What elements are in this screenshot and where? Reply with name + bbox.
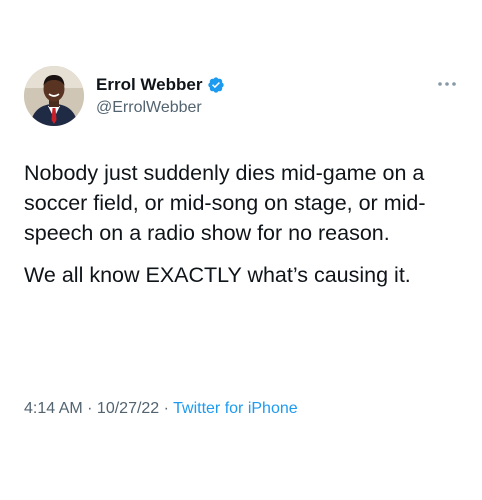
- tweet-source-link[interactable]: Twitter for iPhone: [173, 400, 298, 417]
- tweet-paragraph: Nobody just suddenly dies mid-game on a …: [24, 161, 426, 245]
- verified-badge-icon: [207, 76, 225, 94]
- author-info: Errol Webber @ErrolWebber: [96, 74, 225, 117]
- tweet-time[interactable]: 4:14 AM: [24, 400, 83, 417]
- display-name-row: Errol Webber: [96, 74, 225, 96]
- meta-separator: ·: [82, 400, 97, 417]
- tweet-text: Nobody just suddenly dies mid-game on a …: [24, 158, 464, 302]
- avatar[interactable]: [24, 66, 84, 126]
- more-options-icon[interactable]: [436, 76, 458, 86]
- author-handle[interactable]: @ErrolWebber: [96, 99, 225, 117]
- tweet-date[interactable]: 10/27/22: [97, 400, 159, 417]
- profile-photo-icon: [24, 66, 84, 126]
- tweet-header: Errol Webber @ErrolWebber: [24, 66, 462, 130]
- display-name[interactable]: Errol Webber: [96, 75, 202, 95]
- tweet-meta: 4:14 AM · 10/27/22 · Twitter for iPhone: [24, 400, 298, 418]
- tweet-paragraph: We all know EXACTLY what’s causing it.: [24, 263, 411, 287]
- tweet-card: Errol Webber @ErrolWebber Nobody just su…: [0, 0, 482, 500]
- meta-separator: ·: [159, 400, 174, 417]
